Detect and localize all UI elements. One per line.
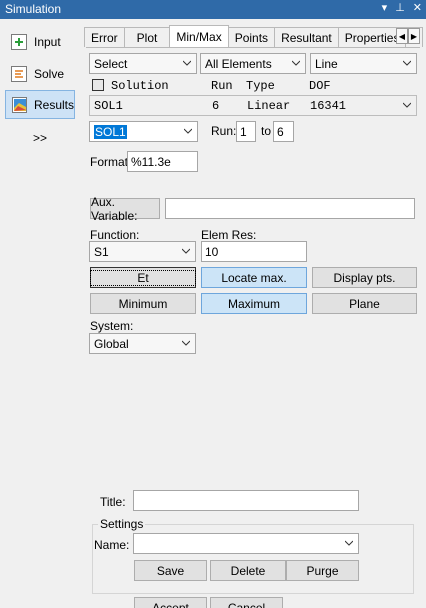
- tab-scroll: ◀ ▶: [396, 28, 420, 44]
- solve-icon: [11, 65, 27, 82]
- aux-variable-input[interactable]: [165, 198, 415, 219]
- close-icon[interactable]: ✕: [413, 1, 422, 14]
- tab-scroll-left-icon[interactable]: ◀: [396, 28, 408, 44]
- run-to-input[interactable]: 6: [273, 121, 294, 142]
- main-panel: Error Plot Min/Max Points Resultant Prop…: [82, 19, 426, 608]
- tab-bar: Error Plot Min/Max Points Resultant Prop…: [84, 25, 424, 47]
- elements-value: All Elements: [205, 56, 272, 71]
- function-label: Function:: [90, 228, 140, 242]
- title-label: Title:: [100, 495, 126, 509]
- chevron-down-icon: [182, 340, 190, 346]
- minimum-button[interactable]: Minimum: [90, 293, 196, 314]
- window-titlebar: Simulation ▾ ⊥ ✕: [0, 0, 426, 19]
- select-value: Select: [94, 56, 128, 71]
- display-pts-button[interactable]: Display pts.: [312, 267, 417, 288]
- aux-variable-button[interactable]: Aux. Variable:: [90, 195, 160, 223]
- sidebar-item-label: Solve: [34, 66, 65, 81]
- title-input[interactable]: [133, 490, 359, 511]
- system-value: Global: [94, 336, 129, 351]
- tab-scroll-right-icon[interactable]: ▶: [408, 28, 420, 44]
- window-title: Simulation: [5, 2, 62, 16]
- accept-button[interactable]: Accept: [134, 597, 207, 608]
- cancel-button[interactable]: Cancel: [210, 597, 283, 608]
- chevron-down-icon: [184, 128, 192, 134]
- column-run: Run: [211, 79, 233, 93]
- row-dof: 16341: [310, 99, 347, 113]
- chevron-down-icon: [345, 540, 353, 546]
- row-run: 6: [212, 99, 220, 113]
- system-dropdown[interactable]: Global: [89, 333, 196, 354]
- line-dropdown[interactable]: Line: [310, 53, 417, 74]
- chevron-down-icon: [183, 60, 191, 66]
- sidebar: Input Solve Results >>: [0, 19, 82, 608]
- tab-points[interactable]: Points: [227, 27, 276, 47]
- expand-sidebar-button[interactable]: >>: [33, 131, 47, 145]
- run-from-input[interactable]: 1: [236, 121, 256, 142]
- column-dof: DOF: [309, 79, 331, 93]
- purge-button[interactable]: Purge: [286, 560, 359, 581]
- chevron-down-icon: [403, 102, 411, 108]
- pin-icon[interactable]: ⊥: [395, 1, 405, 14]
- tab-minmax[interactable]: Min/Max: [169, 25, 229, 47]
- sidebar-item-label: Input: [34, 34, 61, 49]
- tab-resultant[interactable]: Resultant: [274, 27, 339, 47]
- chevron-down-icon: [292, 60, 300, 66]
- settings-legend: Settings: [98, 517, 146, 531]
- run-label: Run:: [211, 124, 237, 138]
- chevron-down-icon: [403, 60, 411, 66]
- tab-error[interactable]: Error: [84, 27, 125, 47]
- plane-button[interactable]: Plane: [312, 293, 417, 314]
- input-icon: [11, 33, 27, 50]
- solution-select-value: SOL1: [94, 124, 127, 139]
- format-label: Format:: [90, 155, 132, 169]
- format-input[interactable]: %11.3e: [127, 151, 198, 172]
- settings-name-dropdown[interactable]: [133, 533, 359, 554]
- solution-header-checkbox[interactable]: [92, 79, 104, 91]
- solution-select[interactable]: SOL1: [89, 121, 198, 142]
- sidebar-item-input[interactable]: Input: [5, 27, 75, 56]
- column-type: Type: [246, 79, 275, 93]
- function-value: S1: [94, 244, 109, 259]
- elements-dropdown[interactable]: All Elements: [200, 53, 306, 74]
- sidebar-item-results[interactable]: Results: [5, 90, 75, 119]
- delete-button[interactable]: Delete: [210, 560, 286, 581]
- row-solution: SOL1: [94, 99, 123, 113]
- et-button[interactable]: Et: [90, 267, 196, 288]
- function-dropdown[interactable]: S1: [89, 241, 196, 262]
- dropdown-icon[interactable]: ▾: [382, 1, 388, 14]
- save-button[interactable]: Save: [134, 560, 207, 581]
- system-label: System:: [90, 319, 134, 333]
- tab-plot[interactable]: Plot: [123, 27, 171, 47]
- sidebar-item-label: Results: [33, 97, 74, 112]
- locate-max-button[interactable]: Locate max.: [201, 267, 307, 288]
- select-dropdown[interactable]: Select: [89, 53, 197, 74]
- chevron-down-icon: [182, 248, 190, 254]
- column-solution: Solution: [111, 79, 169, 93]
- et-button-label: Et: [90, 269, 196, 286]
- solution-row-dropdown[interactable]: SOL1 6 Linear 16341: [89, 95, 417, 116]
- sidebar-item-solve[interactable]: Solve: [5, 59, 75, 88]
- line-value: Line: [315, 56, 338, 71]
- elem-res-label: Elem Res:: [201, 228, 257, 242]
- row-type: Linear: [247, 99, 291, 113]
- name-label: Name:: [94, 538, 130, 552]
- maximum-button[interactable]: Maximum: [201, 293, 307, 314]
- results-icon: [12, 96, 27, 113]
- run-to-label: to: [261, 124, 272, 138]
- elem-res-input[interactable]: 10: [201, 241, 307, 262]
- minmax-panel: Select All Elements Line Solution Run Ty…: [86, 47, 420, 608]
